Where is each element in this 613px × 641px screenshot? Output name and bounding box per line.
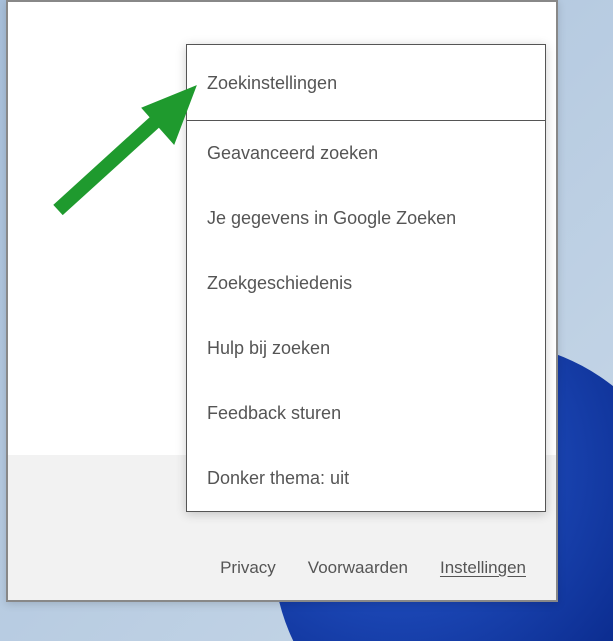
footer-link-privacy[interactable]: Privacy	[220, 558, 276, 578]
menu-item-send-feedback[interactable]: Feedback sturen	[187, 381, 545, 446]
menu-item-search-settings[interactable]: Zoekinstellingen	[187, 45, 545, 121]
settings-menu: Zoekinstellingen Geavanceerd zoeken Je g…	[186, 44, 546, 512]
menu-item-search-help[interactable]: Hulp bij zoeken	[187, 316, 545, 381]
footer-link-terms[interactable]: Voorwaarden	[308, 558, 408, 578]
menu-item-search-history[interactable]: Zoekgeschiedenis	[187, 251, 545, 316]
browser-window: Privacy Voorwaarden Instellingen Zoekins…	[6, 0, 558, 602]
menu-item-advanced-search[interactable]: Geavanceerd zoeken	[187, 121, 545, 186]
menu-item-your-data[interactable]: Je gegevens in Google Zoeken	[187, 186, 545, 251]
footer-link-settings[interactable]: Instellingen	[440, 558, 526, 578]
menu-item-dark-theme[interactable]: Donker thema: uit	[187, 446, 545, 511]
